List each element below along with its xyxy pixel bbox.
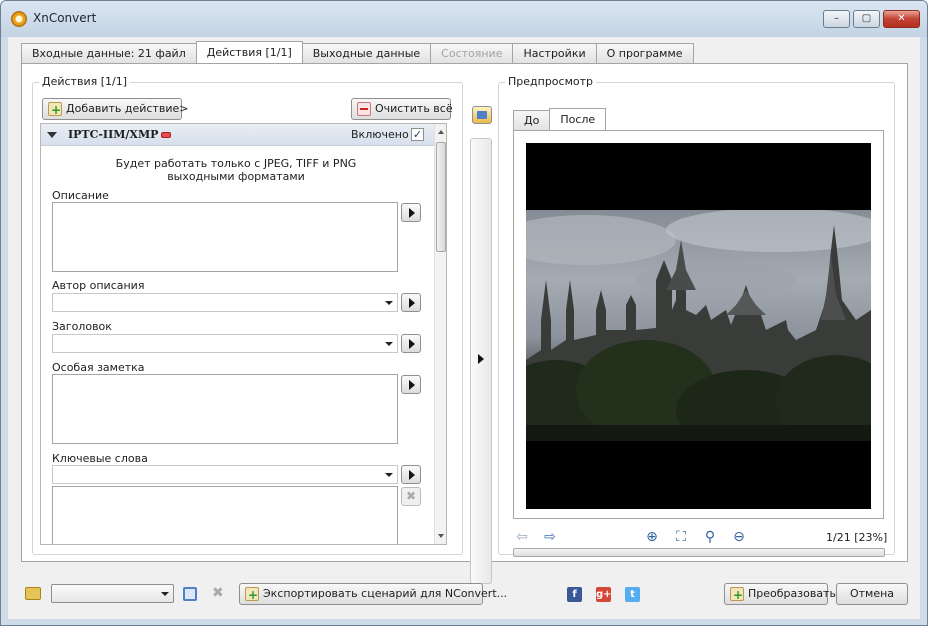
format-note-line2: выходными форматами [167, 170, 305, 183]
preview-group-title: Предпросмотр [505, 75, 596, 88]
actions-group-title: Действия [1/1] [39, 75, 130, 88]
tab-about[interactable]: О программе [595, 43, 694, 63]
preview-canvas [526, 143, 871, 509]
description-author-insert-button[interactable] [401, 293, 421, 312]
chevron-down-icon [161, 592, 169, 596]
enabled-checkbox[interactable]: ✓ [411, 128, 424, 141]
cancel-label: Отмена [849, 587, 895, 600]
script-combo[interactable] [51, 584, 174, 603]
zoom-in-icon[interactable]: ⊕ [643, 529, 661, 545]
tab-actions[interactable]: Действия [1/1] [195, 41, 303, 63]
cancel-button[interactable]: Отмена [836, 583, 908, 605]
scroll-thumb[interactable] [436, 142, 446, 252]
special-note-textarea[interactable] [52, 374, 398, 444]
open-folder-icon[interactable] [25, 587, 41, 600]
zoom-out-icon[interactable]: ⊖ [730, 529, 748, 545]
tab-output[interactable]: Выходные данные [301, 43, 432, 63]
clear-all-icon [357, 102, 371, 116]
special-note-insert-button[interactable] [401, 375, 421, 394]
keywords-combo[interactable] [52, 465, 398, 484]
actions-list: IPTC-IIM/XMP Включено ✓ Будет работать т… [40, 123, 447, 545]
add-action-button[interactable]: Добавить действие> [42, 98, 188, 120]
export-nconvert-button[interactable]: Экспортировать сценарий для NConvert... [239, 583, 507, 605]
title-bar: XnConvert – ▢ ✕ [1, 1, 927, 37]
expand-arrow-icon[interactable] [478, 354, 484, 364]
preview-progress-bar [513, 548, 885, 557]
previous-image-icon[interactable]: ⇦ [513, 529, 531, 545]
headline-label: Заголовок [52, 320, 112, 333]
keywords-insert-button[interactable] [401, 465, 421, 484]
actions-scrollbar[interactable] [434, 124, 446, 544]
minimize-button[interactable]: – [823, 10, 850, 28]
fit-to-window-icon[interactable]: ⛶ [672, 529, 690, 545]
export-script-icon [245, 585, 259, 605]
actions-tab-page: Действия [1/1] Добавить действие> Очисти… [21, 63, 908, 584]
format-note-line1: Будет работать только с JPEG, TIFF и PNG [115, 157, 357, 170]
tab-status[interactable]: Состояние [430, 43, 514, 63]
keywords-list[interactable] [52, 486, 398, 544]
twitter-icon[interactable]: t [625, 587, 640, 602]
close-button[interactable]: ✕ [883, 10, 920, 28]
add-action-label: Добавить действие> [66, 102, 189, 115]
chevron-down-icon [385, 301, 393, 305]
chevron-down-icon [385, 473, 393, 477]
clear-all-label: Очистить всё [375, 102, 453, 115]
main-tabs: Входные данные: 21 файл Действия [1/1] В… [21, 41, 694, 63]
tab-settings[interactable]: Настройки [512, 43, 597, 63]
maximize-button[interactable]: ▢ [853, 10, 880, 28]
clear-all-button[interactable]: Очистить всё [351, 98, 453, 120]
tab-input[interactable]: Входные данные: 21 файл [21, 43, 197, 63]
headline-combo[interactable] [52, 334, 398, 353]
page-info: 1/21 [23%] [826, 531, 888, 544]
convert-label: Преобразовать [748, 587, 836, 600]
save-icon[interactable] [183, 587, 197, 601]
description-textarea[interactable] [52, 202, 398, 272]
enabled-label: Включено [351, 128, 409, 141]
description-label: Описание [52, 189, 109, 202]
zoom-icon[interactable]: ⚲ [701, 529, 719, 545]
keywords-label: Ключевые слова [52, 452, 148, 465]
next-image-icon[interactable]: ⇨ [541, 529, 559, 545]
app-window: XnConvert – ▢ ✕ Входные данные: 21 файл … [0, 0, 928, 626]
headline-insert-button[interactable] [401, 334, 421, 353]
export-nconvert-label: Экспортировать сценарий для NConvert... [263, 587, 508, 600]
tab-after[interactable]: После [549, 108, 607, 130]
preview-photo-drawing [526, 210, 871, 441]
preview-tabs: До После [513, 108, 607, 130]
format-note: Будет работать только с JPEG, TIFF и PNG… [81, 157, 391, 183]
collapse-triangle-icon[interactable] [47, 132, 57, 138]
remove-action-icon[interactable] [161, 132, 171, 138]
google-plus-icon[interactable]: g+ [596, 587, 612, 602]
convert-icon [730, 585, 744, 605]
add-action-icon [48, 100, 62, 120]
description-author-label: Автор описания [52, 279, 145, 292]
chevron-down-icon [385, 342, 393, 346]
tab-before[interactable]: До [513, 110, 551, 130]
convert-button[interactable]: Преобразовать [724, 583, 836, 605]
xnconvert-logo-icon [11, 11, 27, 27]
special-note-label: Особая заметка [52, 361, 145, 374]
keywords-remove-button[interactable]: ✖ [401, 487, 421, 506]
window-title: XnConvert [33, 11, 97, 25]
actions-group: Действия [1/1] Добавить действие> Очисти… [32, 75, 463, 555]
preview-frame [513, 130, 884, 519]
client-area: Входные данные: 21 файл Действия [1/1] В… [8, 37, 920, 619]
delete-icon[interactable]: ✖ [212, 585, 224, 601]
preview-toggle-icon[interactable] [472, 106, 492, 124]
scroll-up-icon[interactable] [438, 130, 444, 134]
preview-group: Предпросмотр До После ⇦ ⇨ ⊕ ⛶ ⚲ ⊖ 1/21 [… [498, 75, 895, 557]
preview-photo [526, 210, 871, 441]
action-header[interactable]: IPTC-IIM/XMP Включено ✓ [41, 124, 434, 146]
description-author-combo[interactable] [52, 293, 398, 312]
scroll-down-icon[interactable] [438, 534, 444, 538]
action-name: IPTC-IIM/XMP [68, 128, 159, 141]
description-insert-button[interactable] [401, 203, 421, 222]
facebook-icon[interactable]: f [567, 587, 582, 602]
